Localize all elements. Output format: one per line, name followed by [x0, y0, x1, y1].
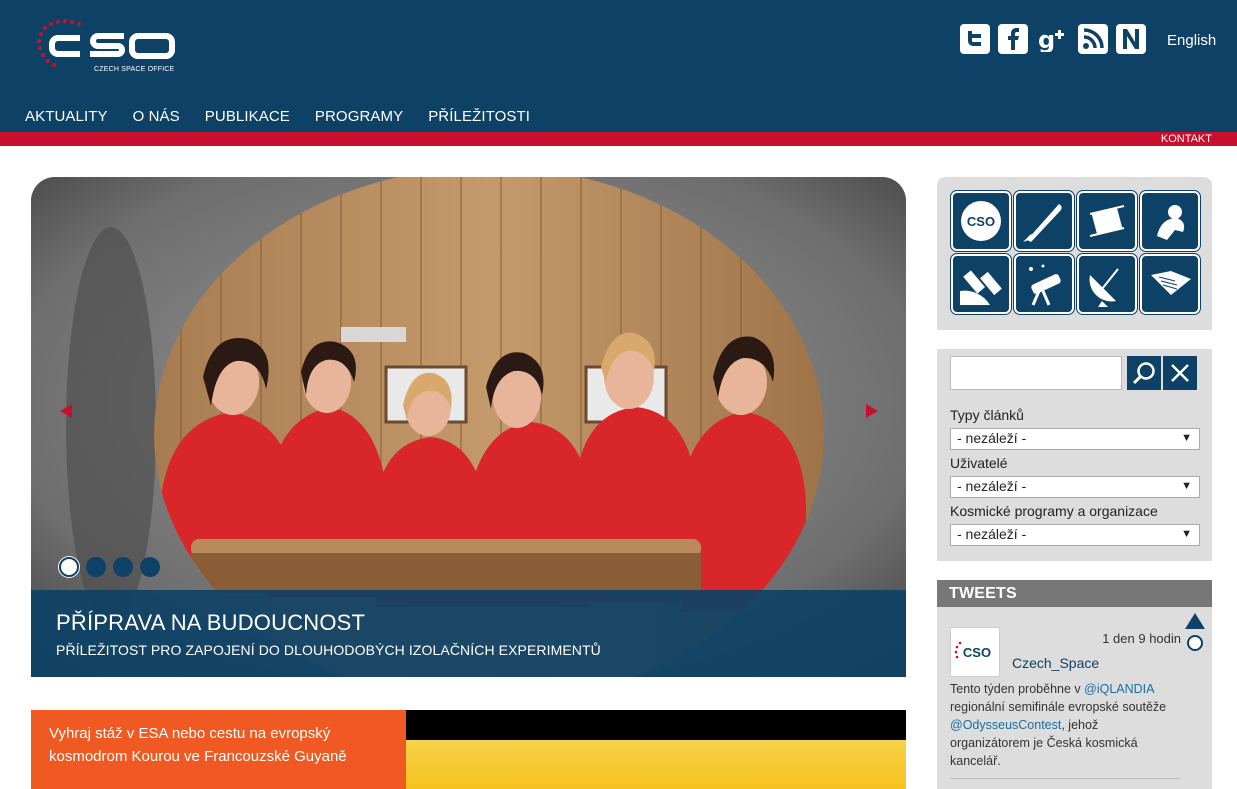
- satellite-icon[interactable]: [951, 254, 1011, 314]
- chip-icon[interactable]: [1077, 191, 1137, 251]
- facebook-icon[interactable]: [998, 24, 1028, 54]
- dropdown-caret-icon: ▼: [1181, 528, 1192, 540]
- filter-value: - nezáleží -: [957, 526, 1027, 542]
- slider-title[interactable]: PŘÍPRAVA NA BUDOUCNOST: [56, 610, 365, 636]
- tweet-divider: [950, 778, 1180, 779]
- tweet-text-part: Tento týden proběhne v: [950, 682, 1085, 696]
- slider-next-arrow[interactable]: [866, 404, 878, 418]
- avatar[interactable]: CSO: [950, 627, 1000, 677]
- nav-prilezitosti[interactable]: PŘÍLEŽITOSTI: [428, 108, 530, 125]
- slider-dot-2[interactable]: [86, 557, 106, 577]
- filter-value: - nezáleží -: [957, 478, 1027, 494]
- promo-banner[interactable]: Vyhraj stáž v ESA nebo cestu na evropský…: [31, 710, 406, 789]
- rss-icon[interactable]: [1078, 24, 1108, 54]
- astronaut-icon[interactable]: [1140, 191, 1200, 251]
- mention-link-odysseuscontest[interactable]: @OdysseusContest: [950, 718, 1061, 732]
- close-icon: [1171, 364, 1189, 382]
- filter-label-users: Uživatelé: [950, 455, 1008, 471]
- antenna-dish-icon[interactable]: [1077, 254, 1137, 314]
- google-plus-icon[interactable]: g: [1036, 24, 1070, 54]
- nav-aktuality[interactable]: AKTUALITY: [25, 108, 108, 125]
- svg-text:CSO: CSO: [963, 645, 991, 660]
- filter-select-article-types[interactable]: - nezáleží - ▼: [950, 428, 1200, 450]
- mention-link-iqlandia[interactable]: @iQLANDIA: [1084, 682, 1154, 696]
- tweets-panel: TWEETS CSO 1 den 9 hodin Czech_Space Ten…: [937, 580, 1212, 789]
- header-accent-bar: [0, 132, 1237, 146]
- kontakt-link[interactable]: KONTAKT: [1161, 133, 1212, 146]
- tweet-text: Tento týden proběhne v @iQLANDIA regioná…: [950, 680, 1180, 770]
- filter-label-space-programs: Kosmické programy a organizace: [950, 503, 1158, 519]
- filter-select-space-programs[interactable]: - nezáleží - ▼: [950, 524, 1200, 546]
- site-header: CZECH SPACE OFFICE g English AKTUALITY O…: [0, 0, 1237, 132]
- language-switch-english[interactable]: English: [1167, 32, 1216, 49]
- filter-value: - nezáleží -: [957, 430, 1027, 446]
- cso-logo-icon[interactable]: CSO: [951, 191, 1011, 251]
- slider-caption[interactable]: PŘÍPRAVA NA BUDOUCNOST PŘÍLEŽITOST PRO Z…: [31, 590, 906, 677]
- tweet-text-part: regionální semifinále evropské soutěže: [950, 700, 1167, 714]
- filter-label-article-types: Typy článků: [950, 407, 1024, 423]
- dropdown-caret-icon: ▼: [1181, 432, 1192, 444]
- magnifier-icon: [1132, 362, 1155, 385]
- search-button[interactable]: [1127, 356, 1161, 390]
- slider-dot-3[interactable]: [113, 557, 133, 577]
- tweet-author-handle[interactable]: Czech_Space: [1012, 655, 1099, 671]
- svg-text:CSO: CSO: [967, 214, 995, 229]
- twitter-icon[interactable]: [960, 24, 990, 54]
- nav-publikace[interactable]: PUBLIKACE: [205, 108, 290, 125]
- tweet-timestamp[interactable]: 1 den 9 hodin: [1102, 631, 1181, 646]
- dropdown-caret-icon: ▼: [1181, 480, 1192, 492]
- telescope-icon[interactable]: [1014, 254, 1074, 314]
- category-icon-panel: CSO: [937, 177, 1212, 330]
- n-icon[interactable]: [1116, 24, 1146, 54]
- rocket-icon[interactable]: [1014, 191, 1074, 251]
- slider-prev-arrow[interactable]: [60, 404, 72, 418]
- promo-image[interactable]: [406, 710, 906, 789]
- cso-logo[interactable]: CZECH SPACE OFFICE: [36, 16, 178, 76]
- social-links: g: [960, 24, 1146, 54]
- svg-text:g: g: [1038, 26, 1055, 52]
- slider-subtitle: PŘÍLEŽITOST PRO ZAPOJENÍ DO DLOUHODOBÝCH…: [56, 642, 601, 658]
- tweets-pager-ring-icon[interactable]: [1187, 635, 1203, 651]
- slider-dot-1[interactable]: [59, 557, 79, 577]
- cso-logo-icon: CSO: [954, 641, 991, 660]
- search-input[interactable]: [950, 356, 1122, 390]
- tweets-scroll-up-icon[interactable]: [1185, 613, 1205, 629]
- slider-pagination: [59, 557, 160, 577]
- logo-subtitle: CZECH SPACE OFFICE: [94, 66, 175, 73]
- book-icon[interactable]: [1140, 254, 1200, 314]
- nav-o-nas[interactable]: O NÁS: [133, 108, 180, 125]
- filter-select-users[interactable]: - nezáleží - ▼: [950, 476, 1200, 498]
- search-panel: Typy článků - nezáleží - ▼ Uživatelé - ne…: [937, 349, 1212, 561]
- main-navigation: AKTUALITY O NÁS PUBLIKACE PROGRAMY PŘÍLE…: [25, 108, 555, 125]
- clear-search-button[interactable]: [1163, 356, 1197, 390]
- tweets-header: TWEETS: [937, 580, 1212, 607]
- category-icon-grid: CSO: [951, 191, 1200, 314]
- nav-programy[interactable]: PROGRAMY: [315, 108, 403, 125]
- slider-dot-4[interactable]: [140, 557, 160, 577]
